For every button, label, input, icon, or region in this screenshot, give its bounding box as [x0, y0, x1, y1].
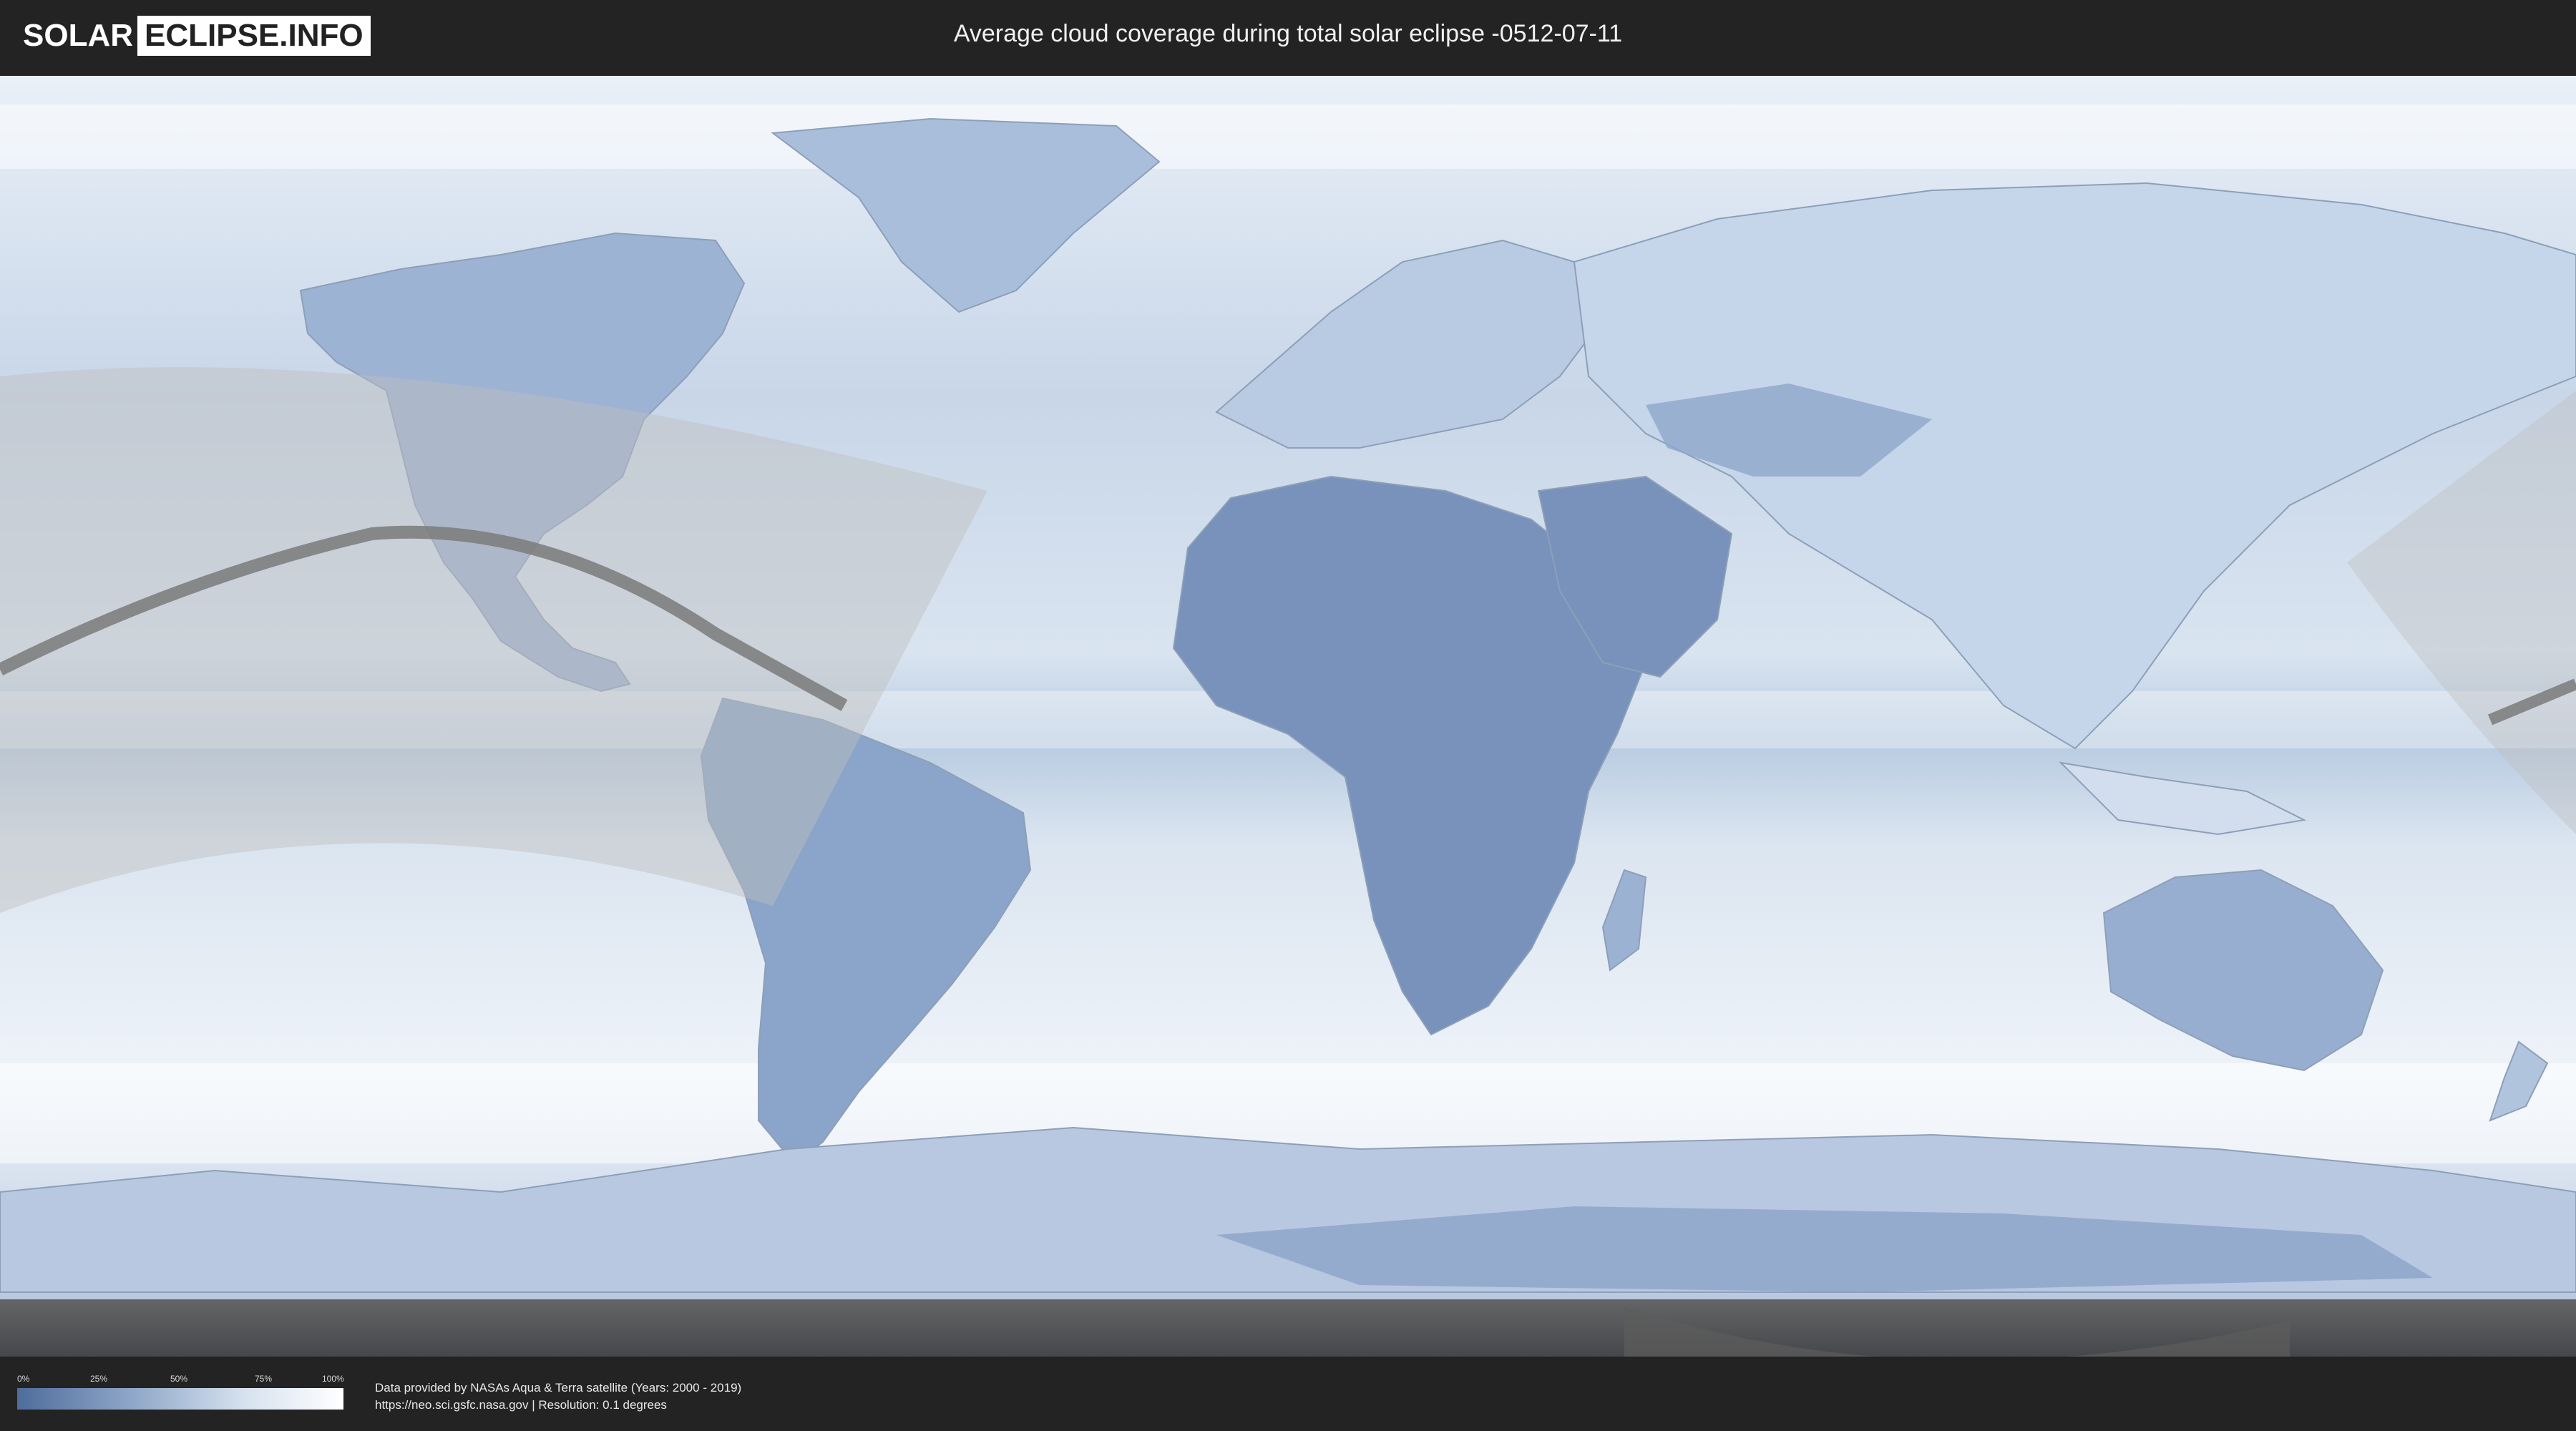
credits-line-url[interactable]: https://neo.sci.gsfc.nasa.gov | Resoluti… [375, 1397, 741, 1414]
legend-tick-100: 100% [322, 1374, 344, 1384]
page-title: Average cloud coverage during total sola… [953, 20, 1623, 47]
legend-tick-50: 50% [170, 1374, 188, 1384]
legend-tick-25: 25% [90, 1374, 108, 1384]
footer: 0% 25% 50% 75% 100% Data provided by NAS… [0, 1358, 2576, 1431]
legend-color-bar [17, 1388, 343, 1410]
header: SOLAR ECLIPSE.INFO Average cloud coverag… [0, 0, 2576, 70]
legend-tick-75: 75% [255, 1374, 273, 1384]
cloud-coverage-legend: 0% 25% 50% 75% 100% [17, 1374, 344, 1410]
cloud-coverage-map[interactable] [0, 76, 2576, 1357]
legend-tick-0: 0% [17, 1374, 30, 1384]
legend-ticks: 0% 25% 50% 75% 100% [17, 1374, 344, 1388]
credits-line-source: Data provided by NASAs Aqua & Terra sate… [375, 1381, 742, 1395]
arctic-cloud-band [0, 104, 2576, 169]
data-credits: Data provided by NASAs Aqua & Terra sate… [375, 1379, 741, 1414]
map-svg [0, 76, 2576, 1357]
